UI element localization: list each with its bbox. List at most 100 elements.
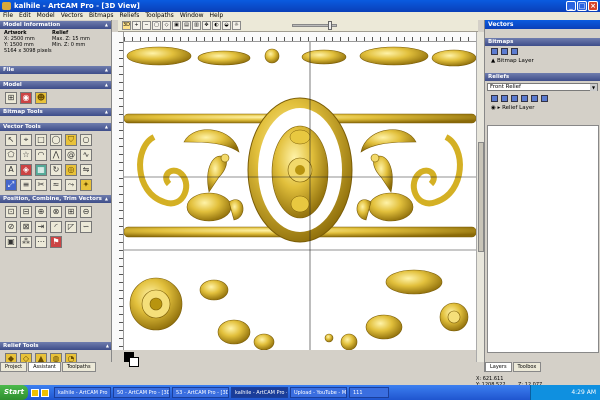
- node-edit-icon[interactable]: ⌖: [20, 134, 32, 146]
- shield-shape-icon[interactable]: ⛉: [65, 134, 77, 146]
- bezier-icon[interactable]: ∿: [80, 149, 92, 161]
- bitmap-layer-item[interactable]: ▲ Bitmap Layer: [485, 57, 600, 65]
- move-up-icon[interactable]: [521, 95, 528, 102]
- tab-toolpaths[interactable]: Toolpaths: [61, 362, 96, 372]
- layer-list-area[interactable]: [487, 125, 599, 353]
- delete-bitmap-icon[interactable]: [511, 48, 518, 55]
- polyline-icon[interactable]: ⋀: [50, 149, 62, 161]
- copy-along-icon[interactable]: ⋯: [35, 236, 47, 248]
- quick-launch-icon[interactable]: [31, 388, 39, 397]
- canvas-scrollbar[interactable]: [476, 32, 484, 362]
- quick-launch-icon[interactable]: [41, 388, 49, 397]
- taskbar-item-active[interactable]: kalhile - ArtCAM Pro - [3D View]: [231, 387, 288, 398]
- tab-toolbox[interactable]: Toolbox: [512, 362, 542, 372]
- view-pan-icon[interactable]: ✥: [202, 21, 211, 30]
- smooth-icon[interactable]: ∽: [80, 221, 92, 233]
- zoom-fit-icon[interactable]: ▢: [152, 21, 161, 30]
- shading-icon[interactable]: ◐: [212, 21, 221, 30]
- taskbar-item[interactable]: 50 - ArtCAM Pro - [3D View]: [113, 387, 170, 398]
- taskbar-item[interactable]: 111: [349, 387, 389, 398]
- close-button[interactable]: ×: [588, 1, 598, 11]
- bitmap-to-vector-icon[interactable]: ◈: [20, 164, 32, 176]
- trace-icon[interactable]: ▦: [35, 164, 47, 176]
- position-tools-header[interactable]: Position, Combine, Trim Vectors: [0, 195, 111, 203]
- spiral-icon[interactable]: @: [65, 149, 77, 161]
- zoom-slider[interactable]: [292, 21, 337, 30]
- trim-icon[interactable]: ⊠: [20, 221, 32, 233]
- menu-window[interactable]: Window: [177, 12, 207, 20]
- fillet-icon[interactable]: ◜: [50, 221, 62, 233]
- design-canvas[interactable]: [124, 42, 476, 350]
- polygon-icon[interactable]: ⬠: [5, 149, 17, 161]
- cut-vector-icon[interactable]: ✂: [35, 179, 47, 191]
- model-colour-icon[interactable]: ◉: [20, 92, 32, 104]
- delete-relief-icon[interactable]: [541, 95, 548, 102]
- zoom-slider-knob[interactable]: [327, 21, 332, 30]
- taskbar-item[interactable]: kalhile - ArtCAM Pro: [54, 387, 111, 398]
- model-size-icon[interactable]: ⊞: [5, 92, 17, 104]
- view-side-icon[interactable]: ▥: [192, 21, 201, 30]
- copy-bitmap-icon[interactable]: [501, 48, 508, 55]
- copy-relief-icon[interactable]: [501, 95, 508, 102]
- magic-icon[interactable]: ✦: [80, 179, 92, 191]
- rotate-icon[interactable]: ↻: [50, 164, 62, 176]
- tab-project[interactable]: Project: [0, 362, 28, 372]
- model-section-header[interactable]: Model: [0, 81, 111, 89]
- vector-tools-header[interactable]: Vector Tools: [0, 123, 111, 131]
- menu-edit[interactable]: Edit: [16, 12, 34, 20]
- select-arrow-icon[interactable]: ↖: [5, 134, 17, 146]
- offset-icon[interactable]: ◎: [65, 164, 77, 176]
- blend-icon[interactable]: ⤳: [65, 179, 77, 191]
- menu-file[interactable]: File: [0, 12, 16, 20]
- reliefs-header[interactable]: Reliefs: [485, 73, 600, 81]
- relief-select-dropdown[interactable]: Front Relief: [487, 83, 598, 91]
- arc-icon[interactable]: ◠: [35, 149, 47, 161]
- merge-relief-icon[interactable]: [511, 95, 518, 102]
- new-relief-icon[interactable]: [491, 95, 498, 102]
- intersect-icon[interactable]: ⊘: [5, 221, 17, 233]
- tab-layers[interactable]: Layers: [485, 362, 512, 372]
- lighting-icon[interactable]: ☼: [232, 21, 241, 30]
- secondary-colour-swatch[interactable]: [129, 357, 139, 367]
- text-icon[interactable]: A: [5, 164, 17, 176]
- minimize-button[interactable]: _: [566, 1, 576, 11]
- tab-assistant[interactable]: Assistant: [28, 362, 61, 372]
- view-iso-icon[interactable]: ◇: [162, 21, 171, 30]
- extend-icon[interactable]: ⇥: [35, 221, 47, 233]
- menu-bitmaps[interactable]: Bitmaps: [86, 12, 117, 20]
- rectangle-icon[interactable]: □: [35, 134, 47, 146]
- menu-toolpaths[interactable]: Toolpaths: [142, 12, 176, 20]
- subtract-icon[interactable]: ⊖: [80, 206, 92, 218]
- file-section-header[interactable]: File: [0, 66, 111, 74]
- chamfer-icon[interactable]: ◸: [65, 221, 77, 233]
- array-icon[interactable]: ⁂: [20, 236, 32, 248]
- flag-icon[interactable]: ⚑: [50, 236, 62, 248]
- menu-help[interactable]: Help: [206, 12, 226, 20]
- star-icon[interactable]: ☆: [20, 149, 32, 161]
- menu-model[interactable]: Model: [34, 12, 58, 20]
- colour-swatches[interactable]: [124, 352, 140, 367]
- weld-icon[interactable]: ⊞: [65, 206, 77, 218]
- nest-icon[interactable]: ▣: [5, 236, 17, 248]
- mirror-icon[interactable]: ⇋: [80, 164, 92, 176]
- menu-reliefs[interactable]: Reliefs: [117, 12, 143, 20]
- relief-layer-item[interactable]: ◉ ▸ Relief Layer: [485, 104, 600, 112]
- ellipse-icon[interactable]: ◯: [50, 134, 62, 146]
- new-bitmap-icon[interactable]: [491, 48, 498, 55]
- view-front-icon[interactable]: ▤: [182, 21, 191, 30]
- bitmaps-header[interactable]: Bitmaps: [485, 38, 600, 46]
- ungroup-icon[interactable]: ⊟: [20, 206, 32, 218]
- zoom-in-icon[interactable]: +: [132, 21, 141, 30]
- align-icon[interactable]: ≡: [20, 179, 32, 191]
- view-top-icon[interactable]: ▣: [172, 21, 181, 30]
- scale-icon[interactable]: ⤢: [5, 179, 17, 191]
- group-icon[interactable]: ⊡: [5, 206, 17, 218]
- start-button[interactable]: Start: [0, 385, 28, 400]
- relief-tools-header[interactable]: Relief Tools: [0, 342, 111, 350]
- close-vector-icon[interactable]: ⊗: [50, 206, 62, 218]
- maximize-button[interactable]: □: [577, 1, 587, 11]
- join-icon[interactable]: ⊕: [35, 206, 47, 218]
- material-icon[interactable]: ◒: [222, 21, 231, 30]
- wave-icon[interactable]: ≈: [50, 179, 62, 191]
- zoom-out-icon[interactable]: −: [142, 21, 151, 30]
